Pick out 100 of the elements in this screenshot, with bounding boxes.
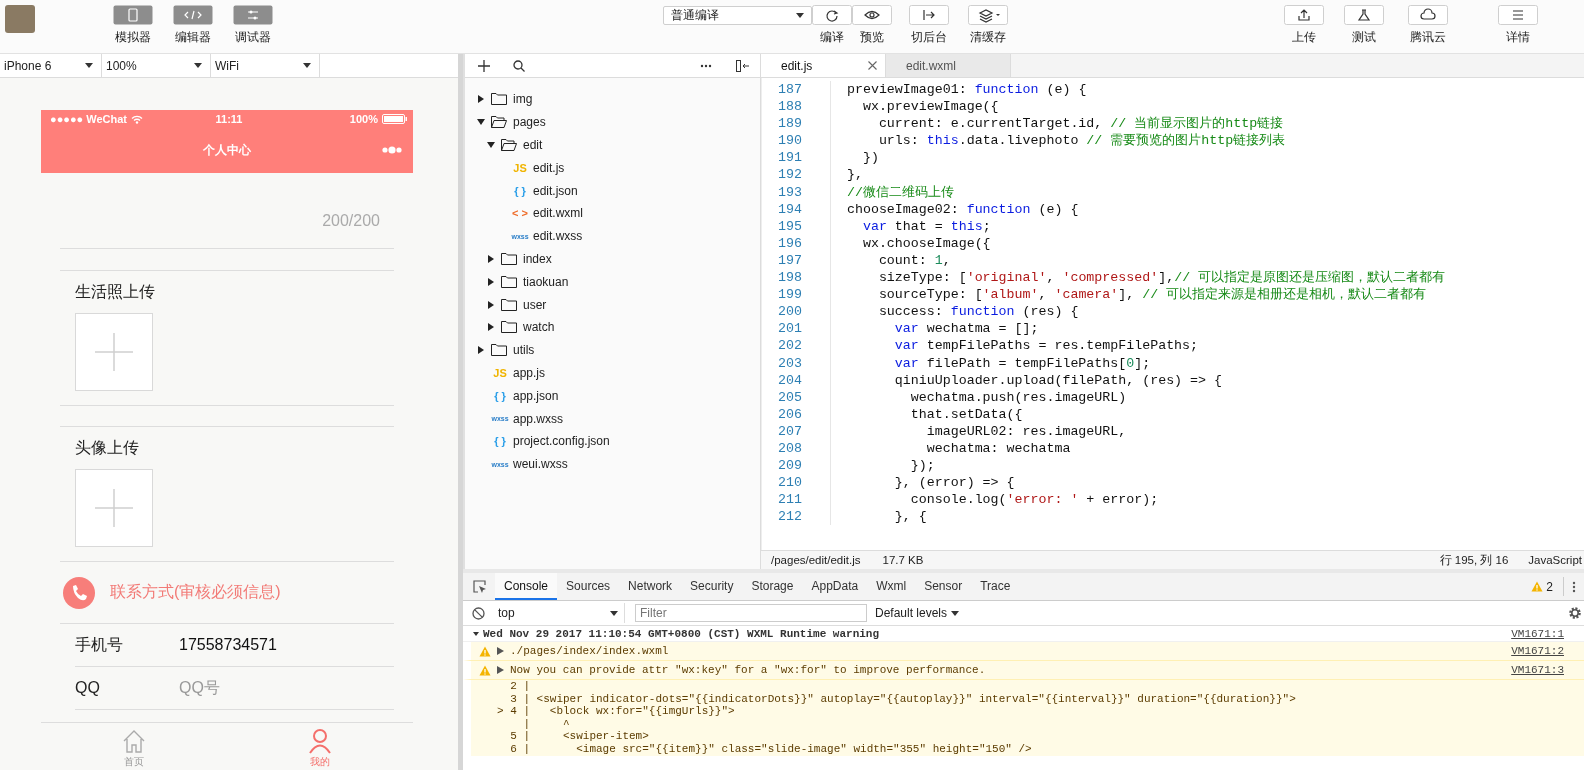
clear-icon[interactable] xyxy=(472,606,485,620)
code-line: console.log('error: ' + error); xyxy=(909,491,1159,509)
code-line: wechatma.push(res.imageURL) xyxy=(909,388,1127,406)
levels-dropdown[interactable]: Default levels xyxy=(875,606,960,620)
folder-item[interactable]: user xyxy=(465,293,760,316)
devtools-tab[interactable]: Sensor xyxy=(915,573,972,600)
folder-icon xyxy=(501,321,517,334)
devtools-tab[interactable]: Trace xyxy=(971,573,1020,600)
caret-icon xyxy=(85,63,93,68)
folder-item[interactable]: utils xyxy=(465,338,760,362)
toolbar-button[interactable]: 清缓存 xyxy=(963,5,1013,46)
plus-icon[interactable] xyxy=(478,59,490,72)
filter-field[interactable]: Filter xyxy=(635,604,867,622)
toolbar-button[interactable]: 模拟器 xyxy=(103,5,163,46)
toolbar-button[interactable]: 腾讯云 xyxy=(1403,5,1453,46)
text-field[interactable]: QQ号 xyxy=(179,679,379,697)
inspect-icon[interactable] xyxy=(473,580,487,594)
phone-icon xyxy=(113,5,153,25)
code-line: sourceType: ['album', 'camera'], // 可以指定来源是相册还是相机，默认二者都有 xyxy=(877,286,1427,304)
file-path: /pages/edit/edit.js xyxy=(771,554,861,566)
toolbar-button[interactable]: 测试 xyxy=(1339,5,1389,46)
folder-icon xyxy=(501,252,517,265)
warning-icon xyxy=(479,664,491,676)
more-dots-icon[interactable] xyxy=(381,145,403,155)
text-field[interactable]: 17558734571 xyxy=(179,636,379,654)
device-select[interactable]: WiFi xyxy=(211,54,320,77)
cloud-icon xyxy=(1408,5,1448,25)
folder-item[interactable]: index xyxy=(465,247,760,271)
devtools-tab[interactable]: Storage xyxy=(742,573,803,600)
devtools-tab[interactable]: Sources xyxy=(557,573,620,600)
search-icon[interactable] xyxy=(513,59,525,72)
file-item[interactable]: JS edit.js xyxy=(465,156,760,180)
more-icon[interactable] xyxy=(700,63,712,68)
toolbar-button[interactable]: 上传 xyxy=(1279,5,1329,46)
file-size: 17.7 KB xyxy=(882,554,924,566)
editor-tab[interactable]: edit.js xyxy=(761,54,886,77)
line-number: 205 xyxy=(762,388,831,406)
file-item[interactable]: { } edit.json xyxy=(465,179,760,202)
status-time: 11:11 xyxy=(215,113,243,125)
collapse-panel-icon[interactable] xyxy=(736,59,750,72)
device-select[interactable]: iPhone 6 xyxy=(0,54,102,77)
caret-icon xyxy=(610,610,618,616)
language-mode: JavaScript xyxy=(1528,554,1582,566)
vertical-dots-icon[interactable] xyxy=(1572,581,1576,593)
code-line: urls: this.data.livephoto // 需要预览的图片http链接列表 xyxy=(877,132,1286,150)
toolbar-button[interactable]: 调试器 xyxy=(223,5,283,46)
toolbar-button[interactable]: 编译 xyxy=(812,5,852,46)
file-item[interactable]: < > edit.wxml xyxy=(465,202,760,225)
arrow-to-bar-icon xyxy=(909,5,949,25)
folder-icon xyxy=(491,344,507,357)
devtools-tab[interactable]: Console xyxy=(495,573,558,600)
compile-mode-select[interactable]: 普通编译 xyxy=(663,6,812,25)
line-number: 192 xyxy=(762,166,831,184)
code-icon xyxy=(173,5,213,25)
device-select[interactable]: 100% xyxy=(102,54,211,77)
warning-count: 2 xyxy=(1546,579,1553,594)
toolbar-button[interactable]: 切后台 xyxy=(904,5,954,46)
code-line: count: 1, xyxy=(877,251,951,270)
line-number: 198 xyxy=(762,269,831,287)
toolbar-button[interactable]: 详情 xyxy=(1493,5,1543,46)
person-icon xyxy=(307,728,333,754)
file-item[interactable]: JS app.js xyxy=(465,361,760,385)
folder-item[interactable]: watch xyxy=(465,315,760,339)
warning-icon xyxy=(1531,581,1544,592)
upload-icon xyxy=(1284,5,1324,25)
close-icon[interactable] xyxy=(868,61,877,70)
folder-item[interactable]: pages xyxy=(465,110,760,134)
code-line: var filePath = tempFilePaths[0]; xyxy=(893,354,1151,372)
folder-item[interactable]: tiaokuan xyxy=(465,270,760,294)
json-file-icon: { } xyxy=(490,435,510,448)
line-number: 196 xyxy=(762,234,831,252)
phone-handset-icon xyxy=(63,576,95,609)
devtools-tab[interactable]: Security xyxy=(681,573,743,600)
expand-triangle-icon[interactable] xyxy=(497,666,504,674)
gear-icon[interactable] xyxy=(1568,606,1582,620)
field-label: 手机号 xyxy=(75,634,124,655)
editor-tab[interactable]: edit.wxml xyxy=(886,54,1011,77)
file-item[interactable]: { } app.json xyxy=(465,384,760,408)
context-select[interactable]: top xyxy=(498,603,625,623)
toolbar-button[interactable]: 预览 xyxy=(852,5,892,46)
folder-item[interactable]: edit xyxy=(465,133,760,157)
menu-icon xyxy=(1498,5,1538,25)
wifi-icon xyxy=(131,114,144,124)
battery-icon xyxy=(382,114,408,124)
js-file-icon: JS xyxy=(510,161,530,174)
devtools-tab[interactable]: Wxml xyxy=(867,573,916,600)
section-title: 头像上传 xyxy=(75,438,139,458)
battery-percent: 100% xyxy=(349,113,378,125)
file-item[interactable]: { } project.config.json xyxy=(465,429,760,453)
devtools-tab[interactable]: AppData xyxy=(802,573,868,600)
source-link[interactable]: VM1671:1 xyxy=(1511,627,1564,640)
source-link[interactable]: VM1671:2 xyxy=(1511,645,1564,657)
source-link[interactable]: VM1671:3 xyxy=(1511,664,1564,676)
expand-triangle-icon[interactable] xyxy=(497,647,504,655)
line-number: 207 xyxy=(762,422,831,440)
toolbar-button[interactable]: 编辑器 xyxy=(163,5,223,46)
folder-item[interactable]: img xyxy=(465,88,760,111)
section-heading: 联系方式(审核必须信息) xyxy=(110,582,281,602)
devtools-tab[interactable]: Network xyxy=(619,573,682,600)
code-line: }, (error) => { xyxy=(893,474,1015,492)
